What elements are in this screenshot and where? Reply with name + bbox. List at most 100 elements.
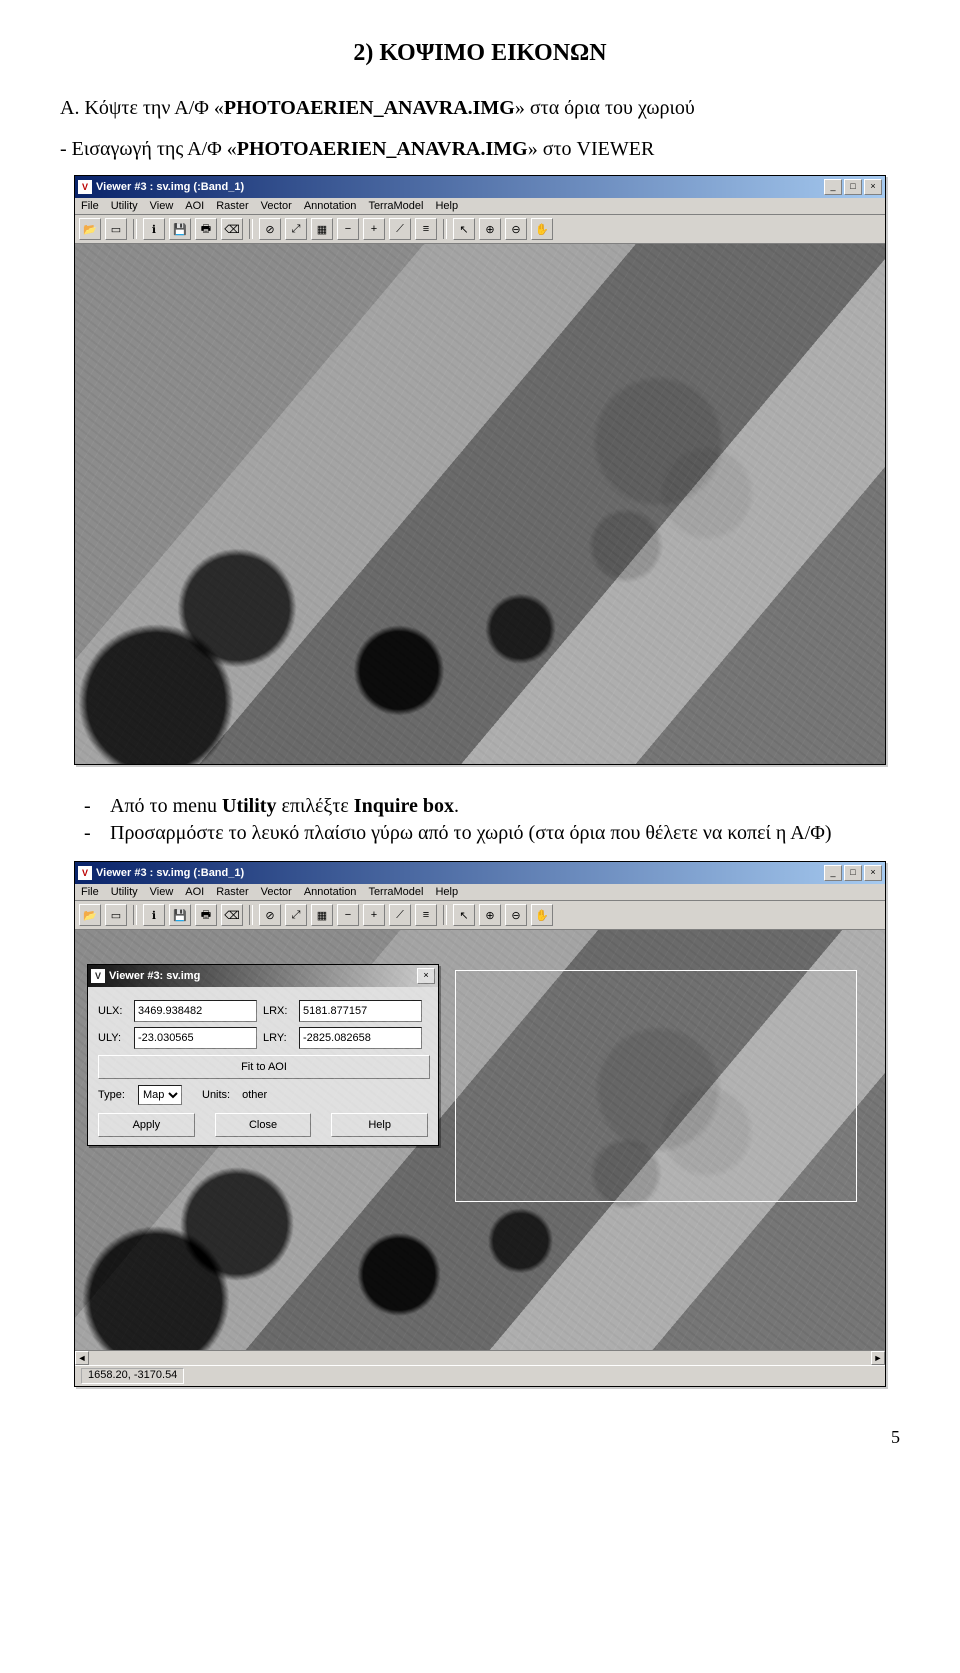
apply-button[interactable]: Apply bbox=[98, 1113, 195, 1137]
dialog-title: Viewer #3: sv.img bbox=[109, 970, 417, 982]
scroll-right-icon[interactable]: ► bbox=[871, 1351, 885, 1365]
bullet-dash: - bbox=[84, 820, 98, 847]
pointer-icon[interactable]: ↖ bbox=[453, 218, 475, 240]
menu-aoi[interactable]: AOI bbox=[185, 200, 204, 212]
inquire-box-dialog[interactable]: V Viewer #3: sv.img × ULX: LRX: ULY: LRY… bbox=[87, 964, 439, 1146]
aoi-rectangle[interactable] bbox=[455, 970, 857, 1202]
minimize-button[interactable]: _ bbox=[824, 865, 842, 881]
fit-icon[interactable]: ⤢ bbox=[285, 218, 307, 240]
zoom-out-line-icon[interactable]: − bbox=[337, 218, 359, 240]
erase-icon[interactable]: ⌫ bbox=[221, 218, 243, 240]
print-icon[interactable]: 🖶 bbox=[195, 218, 217, 240]
menu-utility[interactable]: Utility bbox=[111, 886, 138, 898]
info-icon[interactable]: ℹ bbox=[143, 904, 165, 926]
image-canvas[interactable] bbox=[75, 244, 885, 764]
menu-raster[interactable]: Raster bbox=[216, 886, 248, 898]
menu-help[interactable]: Help bbox=[435, 200, 458, 212]
toolbar-separator bbox=[443, 219, 447, 239]
list-item: - Προσαρμόστε το λευκό πλαίσιο γύρω από … bbox=[84, 820, 900, 847]
measure-icon[interactable]: ⟋ bbox=[389, 218, 411, 240]
menu-vector[interactable]: Vector bbox=[261, 886, 292, 898]
save-icon[interactable]: 💾 bbox=[169, 904, 191, 926]
uly-field[interactable] bbox=[134, 1027, 257, 1049]
scroll-left-icon[interactable]: ◄ bbox=[75, 1351, 89, 1365]
bullet-0-bold1: Utility bbox=[222, 795, 276, 817]
pan-icon[interactable]: ✋ bbox=[531, 904, 553, 926]
close-button[interactable]: × bbox=[864, 179, 882, 195]
erase-icon[interactable]: ⌫ bbox=[221, 904, 243, 926]
help-button[interactable]: Help bbox=[331, 1113, 428, 1137]
type-select[interactable]: Map bbox=[138, 1085, 182, 1105]
extent-icon[interactable]: ▦ bbox=[311, 218, 333, 240]
plus-icon[interactable]: + bbox=[363, 218, 385, 240]
status-coordinates: 1658.20, -3170.54 bbox=[81, 1368, 184, 1384]
menu-file[interactable]: File bbox=[81, 886, 99, 898]
menu-file[interactable]: File bbox=[81, 200, 99, 212]
titlebar[interactable]: V Viewer #3 : sv.img (:Band_1) _ □ × bbox=[75, 176, 885, 198]
menu-annotation[interactable]: Annotation bbox=[304, 886, 357, 898]
pan-icon[interactable]: ✋ bbox=[531, 218, 553, 240]
stop-icon[interactable]: ⊘ bbox=[259, 904, 281, 926]
intro-bold: PHOTOAERIEN_ANAVRA.IMG bbox=[237, 138, 528, 160]
bullet-0-bold2: Inquire box bbox=[354, 795, 454, 817]
intro-prefix: - Εισαγωγή της Α/Φ « bbox=[60, 138, 237, 160]
intro-suffix: » στο VIEWER bbox=[528, 138, 655, 160]
dialog-close-button[interactable]: × bbox=[417, 968, 435, 984]
zoom-in-icon[interactable]: ⊕ bbox=[479, 218, 501, 240]
minimize-button[interactable]: _ bbox=[824, 179, 842, 195]
zoom-out-line-icon[interactable]: − bbox=[337, 904, 359, 926]
menu-annotation[interactable]: Annotation bbox=[304, 200, 357, 212]
plus-icon[interactable]: + bbox=[363, 904, 385, 926]
measure-icon[interactable]: ⟋ bbox=[389, 904, 411, 926]
page-number: 5 bbox=[60, 1427, 900, 1448]
menu-terramodel[interactable]: TerraModel bbox=[368, 200, 423, 212]
app-icon: V bbox=[91, 969, 105, 983]
bullet-dash: - bbox=[84, 793, 98, 820]
scroll-track[interactable] bbox=[89, 1351, 871, 1365]
lry-field[interactable] bbox=[299, 1027, 422, 1049]
menu-view[interactable]: View bbox=[150, 200, 174, 212]
type-label: Type: bbox=[98, 1089, 132, 1101]
close-button[interactable]: × bbox=[864, 865, 882, 881]
fit-to-aoi-button[interactable]: Fit to AOI bbox=[98, 1055, 430, 1079]
menu-utility[interactable]: Utility bbox=[111, 200, 138, 212]
menu-help[interactable]: Help bbox=[435, 886, 458, 898]
menu-view[interactable]: View bbox=[150, 886, 174, 898]
zoom-out-icon[interactable]: ⊖ bbox=[505, 218, 527, 240]
dialog-titlebar[interactable]: V Viewer #3: sv.img × bbox=[88, 965, 438, 987]
menu-aoi[interactable]: AOI bbox=[185, 886, 204, 898]
section-a-suffix: » στα όρια του χωριού bbox=[515, 97, 695, 119]
ruler-icon[interactable]: ≡ bbox=[415, 218, 437, 240]
new-icon[interactable]: ▭ bbox=[105, 904, 127, 926]
new-icon[interactable]: ▭ bbox=[105, 218, 127, 240]
section-a-bold: PHOTOAERIEN_ANAVRA.IMG bbox=[224, 97, 515, 119]
image-canvas[interactable]: V Viewer #3: sv.img × ULX: LRX: ULY: LRY… bbox=[75, 930, 885, 1350]
units-value: other bbox=[242, 1089, 267, 1101]
app-icon: V bbox=[78, 180, 92, 194]
menu-raster[interactable]: Raster bbox=[216, 200, 248, 212]
maximize-button[interactable]: □ bbox=[844, 179, 862, 195]
open-icon[interactable]: 📂 bbox=[79, 904, 101, 926]
zoom-in-icon[interactable]: ⊕ bbox=[479, 904, 501, 926]
titlebar[interactable]: V Viewer #3 : sv.img (:Band_1) _ □ × bbox=[75, 862, 885, 884]
section-a-prefix: A. Κόψτε την Α/Φ « bbox=[60, 97, 224, 119]
fit-icon[interactable]: ⤢ bbox=[285, 904, 307, 926]
ruler-icon[interactable]: ≡ bbox=[415, 904, 437, 926]
print-icon[interactable]: 🖶 bbox=[195, 904, 217, 926]
lrx-field[interactable] bbox=[299, 1000, 422, 1022]
ulx-label: ULX: bbox=[98, 1005, 128, 1017]
toolbar-separator bbox=[249, 219, 253, 239]
menu-terramodel[interactable]: TerraModel bbox=[368, 886, 423, 898]
ulx-field[interactable] bbox=[134, 1000, 257, 1022]
maximize-button[interactable]: □ bbox=[844, 865, 862, 881]
open-icon[interactable]: 📂 bbox=[79, 218, 101, 240]
extent-icon[interactable]: ▦ bbox=[311, 904, 333, 926]
save-icon[interactable]: 💾 bbox=[169, 218, 191, 240]
stop-icon[interactable]: ⊘ bbox=[259, 218, 281, 240]
menu-vector[interactable]: Vector bbox=[261, 200, 292, 212]
pointer-icon[interactable]: ↖ bbox=[453, 904, 475, 926]
zoom-out-icon[interactable]: ⊖ bbox=[505, 904, 527, 926]
info-icon[interactable]: ℹ bbox=[143, 218, 165, 240]
horizontal-scrollbar[interactable]: ◄ ► bbox=[75, 1350, 885, 1365]
close-button[interactable]: Close bbox=[215, 1113, 312, 1137]
